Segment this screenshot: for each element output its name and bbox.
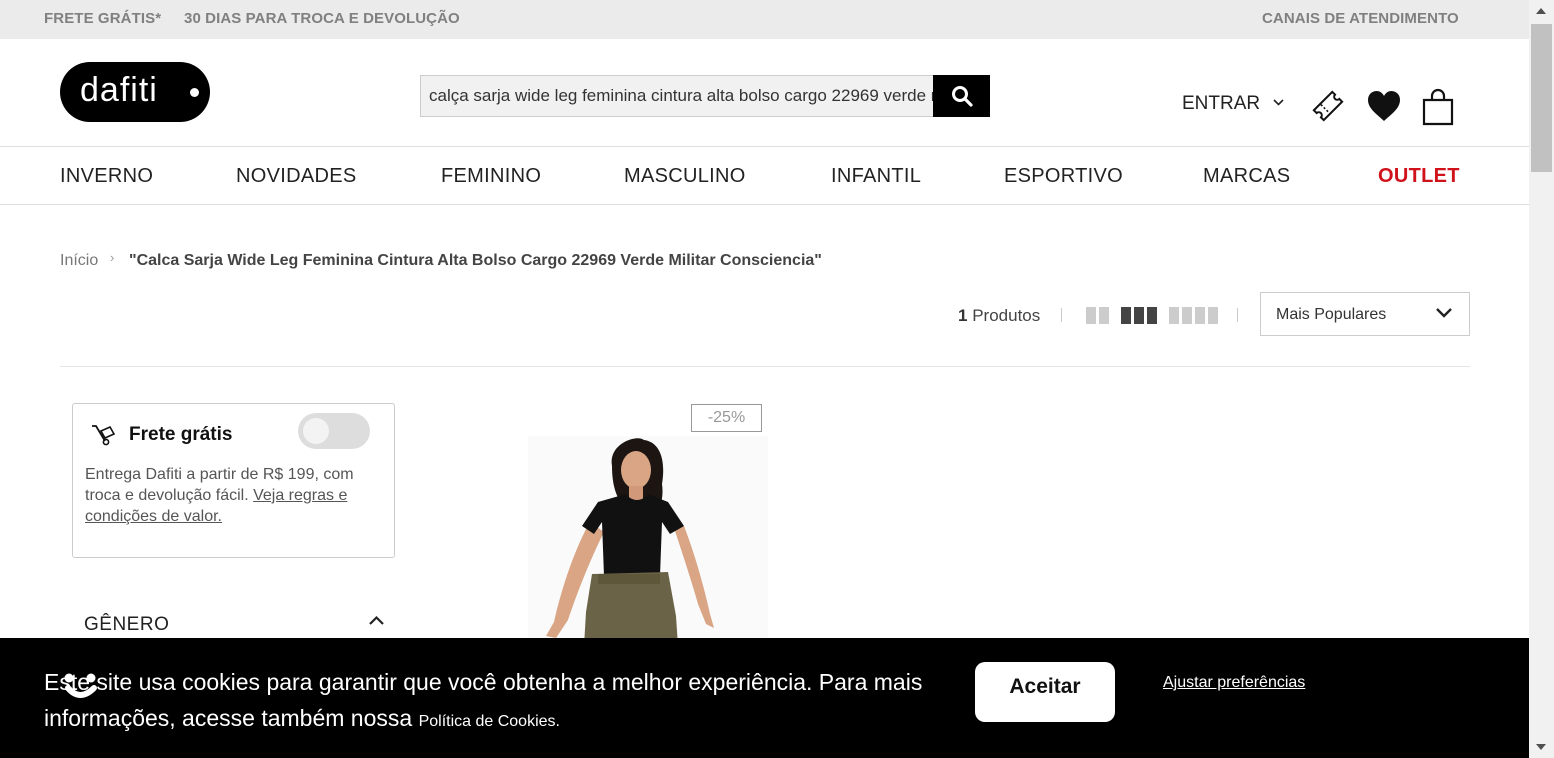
ticket-icon [1312,90,1344,122]
nav-item-esportivo[interactable]: ESPORTIVO [1004,165,1123,188]
scroll-up-arrow[interactable] [1536,8,1546,14]
toggle-knob [303,418,329,444]
nav-item-masculino[interactable]: MASCULINO [624,165,746,188]
free-shipping-description: Entrega Dafiti a partir de R$ 199, com t… [85,464,385,527]
product-photo [546,438,714,646]
scroll-thumb[interactable] [1531,24,1552,172]
accept-cookies-button[interactable]: Aceitar [975,662,1115,722]
breadcrumb-home[interactable]: Início [60,252,98,270]
toolbar-divider [1237,308,1238,322]
free-shipping-filter: Frete grátis Entrega Dafiti a partir de … [72,403,395,558]
scroll-down-arrow[interactable] [1536,744,1546,750]
support-channels-link[interactable]: CANAIS DE ATENDIMENTO [1262,10,1459,27]
nav-item-feminino[interactable]: FEMININO [441,165,541,188]
sort-select[interactable]: Mais Populares [1260,292,1470,336]
chevron-down-icon [1436,308,1452,318]
top-info-bar: FRETE GRÁTIS* 30 DIAS PARA TROCA E DEVOL… [0,0,1529,39]
search-input[interactable] [421,76,933,116]
page: FRETE GRÁTIS* 30 DIAS PARA TROCA E DEVOL… [0,0,1554,758]
coupon-button[interactable] [1310,88,1346,129]
login-menu[interactable]: ENTRAR [1182,93,1284,115]
nav-item-inverno[interactable]: INVERNO [60,165,153,188]
nav-item-outlet[interactable]: OUTLET [1378,165,1460,188]
free-shipping-title: Frete grátis [129,424,233,445]
heart-icon [1368,91,1400,121]
product-count: 1 Produtos [958,306,1040,326]
product-count-number: 1 [958,306,968,325]
gender-filter-title[interactable]: GÊNERO [84,614,169,636]
logo-dot [190,88,199,97]
cookie-policy-link[interactable]: Política de Cookies. [419,713,560,730]
product-count-label: Produtos [972,306,1041,325]
cookie-message: Este site usa cookies para garantir que … [44,664,924,740]
cart-button[interactable] [1421,88,1455,131]
grid-2-columns-button[interactable] [1086,307,1109,324]
free-shipping-link[interactable]: FRETE GRÁTIS* [44,10,161,27]
search-icon [951,86,973,107]
cookie-banner: Este site usa cookies para garantir que … [0,638,1529,758]
chevron-up-icon[interactable] [368,615,385,626]
wishlist-button[interactable] [1366,89,1402,128]
returns-link[interactable]: 30 DIAS PARA TROCA E DEVOLUÇÃO [184,10,460,27]
search-button[interactable] [933,75,990,117]
chevron-down-icon [1273,99,1284,106]
login-label: ENTRAR [1182,93,1261,114]
nav-item-novidades[interactable]: NOVIDADES [236,165,357,188]
nav-item-infantil[interactable]: INFANTIL [831,165,921,188]
sort-selected-label: Mais Populares [1276,306,1387,323]
bag-icon [1422,88,1454,126]
page-scrollbar[interactable] [1529,0,1554,758]
nav-item-marcas[interactable]: MARCAS [1203,165,1290,188]
product-image[interactable] [528,436,768,646]
assistant-face-icon[interactable] [60,670,104,704]
search-box [420,75,933,117]
toolbar-divider-line [60,366,1470,367]
dafiti-logo[interactable]: dafiti [60,62,210,122]
logo-text: dafiti [80,71,158,109]
discount-badge: -25% [691,404,762,432]
grid-3-columns-button[interactable] [1121,307,1157,324]
breadcrumb-separator: › [110,250,115,265]
nav-divider [0,204,1529,205]
hand-truck-icon [92,425,116,446]
toolbar-divider [1061,308,1062,322]
main-nav: INVERNO NOVIDADES FEMININO MASCULINO INF… [0,147,1529,204]
grid-4-columns-button[interactable] [1169,307,1218,324]
breadcrumb-current: "Calca Sarja Wide Leg Feminina Cintura A… [129,252,822,269]
cookie-preferences-link[interactable]: Ajustar preferências [1163,674,1305,692]
free-shipping-toggle[interactable] [298,413,370,449]
